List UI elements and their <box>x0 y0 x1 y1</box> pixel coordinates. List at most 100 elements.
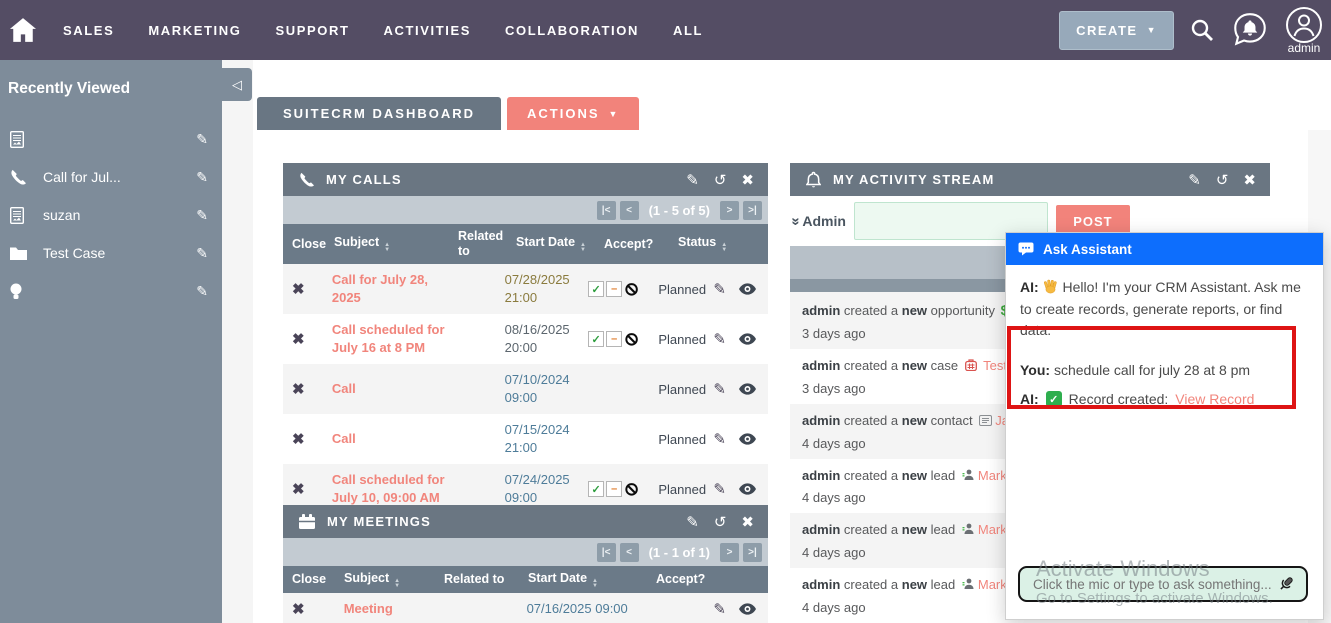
view-record-icon[interactable] <box>739 283 756 295</box>
tentative-icon[interactable]: – <box>606 281 622 297</box>
accept-icon[interactable]: ✓ <box>588 281 604 297</box>
column-start-date[interactable]: Start Date <box>516 235 604 253</box>
view-record-icon[interactable] <box>739 333 756 345</box>
edit-panel-icon[interactable]: ✎ <box>1188 171 1201 189</box>
actions-dropdown-button[interactable]: ACTIONS ▼ <box>507 97 639 130</box>
edit-panel-icon[interactable]: ✎ <box>686 513 699 531</box>
sort-icon[interactable] <box>580 243 586 253</box>
sidebar-collapse-toggle[interactable]: ◁ <box>222 68 252 101</box>
view-record-icon[interactable] <box>739 383 756 395</box>
call-subject-link[interactable]: Call scheduled for July 10, 09:00 AM <box>332 471 450 506</box>
tentative-icon[interactable]: – <box>606 331 622 347</box>
meeting-subject-link[interactable]: Meeting <box>344 600 443 618</box>
close-record-icon[interactable]: ✖ <box>292 481 305 498</box>
list-item[interactable]: suzan ✎ <box>0 196 222 234</box>
mic-icon[interactable] <box>1277 575 1295 593</box>
top-navbar: SALES MARKETING SUPPORT ACTIVITIES COLLA… <box>0 0 1331 60</box>
call-subject-link[interactable]: Call scheduled for July 16 at 8 PM <box>332 321 450 356</box>
refresh-icon[interactable]: ↺ <box>1216 171 1229 189</box>
calls-pagination: |< < (1 - 5 of 5) > >| <box>283 196 768 224</box>
tab-suitecrm-dashboard[interactable]: SUITECRM DASHBOARD <box>257 97 501 130</box>
edit-record-icon[interactable]: ✎ <box>713 330 726 348</box>
edit-record-icon[interactable]: ✎ <box>713 380 726 398</box>
list-item[interactable]: ✎ <box>0 120 222 158</box>
close-record-icon[interactable]: ✖ <box>292 331 305 348</box>
edit-record-icon[interactable]: ✎ <box>713 600 726 618</box>
next-page-icon[interactable]: > <box>720 201 739 220</box>
close-panel-icon[interactable]: ✖ <box>1243 171 1256 189</box>
call-subject-link[interactable]: Call <box>332 430 450 448</box>
column-status[interactable]: Status <box>678 235 736 253</box>
refresh-icon[interactable]: ↺ <box>714 513 727 531</box>
edit-pencil-icon[interactable]: ✎ <box>196 283 208 300</box>
nav-item-collaboration[interactable]: COLLABORATION <box>488 23 656 38</box>
column-subject[interactable]: Subject <box>334 235 458 253</box>
next-page-icon[interactable]: > <box>720 543 739 562</box>
create-button[interactable]: CREATE ▼ <box>1059 11 1174 50</box>
view-record-icon[interactable] <box>739 433 756 445</box>
notifications-icon[interactable] <box>1230 10 1270 50</box>
prev-page-icon[interactable]: < <box>620 543 639 562</box>
column-start-date[interactable]: Start Date <box>528 571 656 589</box>
assistant-input[interactable] <box>1031 576 1277 593</box>
nav-item-sales[interactable]: SALES <box>46 23 131 38</box>
view-record-icon[interactable] <box>739 483 756 495</box>
prev-page-icon[interactable]: < <box>620 201 639 220</box>
list-item-label[interactable]: suzan <box>43 207 196 223</box>
close-record-icon[interactable]: ✖ <box>292 381 305 398</box>
list-item[interactable]: ✎ <box>0 272 222 310</box>
last-page-icon[interactable]: >| <box>743 201 762 220</box>
nav-item-marketing[interactable]: MARKETING <box>131 23 258 38</box>
decline-icon[interactable]: ⊘ <box>624 330 639 348</box>
decline-icon[interactable]: ⊘ <box>624 280 639 298</box>
calendar-icon <box>299 514 315 529</box>
list-item-label[interactable]: Call for Jul... <box>43 169 196 185</box>
view-record-link[interactable]: View Record <box>1175 391 1254 407</box>
assistant-header[interactable]: Ask Assistant <box>1006 233 1323 265</box>
edit-pencil-icon[interactable]: ✎ <box>196 207 208 224</box>
edit-pencil-icon[interactable]: ✎ <box>196 245 208 262</box>
edit-record-icon[interactable]: ✎ <box>713 430 726 448</box>
list-item[interactable]: Call for Jul... ✎ <box>0 158 222 196</box>
nav-item-all[interactable]: ALL <box>656 23 720 38</box>
edit-panel-icon[interactable]: ✎ <box>686 171 699 189</box>
edit-pencil-icon[interactable]: ✎ <box>196 131 208 148</box>
sort-icon[interactable] <box>394 579 400 589</box>
lead-icon <box>962 523 975 535</box>
decline-icon[interactable]: ⊘ <box>624 480 639 498</box>
search-icon[interactable] <box>1189 17 1215 43</box>
edit-pencil-icon[interactable]: ✎ <box>196 169 208 186</box>
accept-icon[interactable]: ✓ <box>588 331 604 347</box>
chevron-double-down-icon[interactable]: » <box>788 217 805 225</box>
edit-record-icon[interactable]: ✎ <box>713 480 726 498</box>
user-menu[interactable]: admin <box>1285 6 1323 54</box>
call-subject-link[interactable]: Call for July 28, 2025 <box>332 271 450 306</box>
last-page-icon[interactable]: >| <box>743 543 762 562</box>
column-subject[interactable]: Subject <box>344 571 444 589</box>
first-page-icon[interactable]: |< <box>597 201 616 220</box>
home-icon[interactable] <box>6 18 46 42</box>
sort-icon[interactable] <box>592 579 598 589</box>
start-date-value: 07/15/202421:00 <box>505 421 589 456</box>
call-subject-link[interactable]: Call <box>332 380 450 398</box>
refresh-icon[interactable]: ↺ <box>714 171 727 189</box>
tentative-icon[interactable]: – <box>606 481 622 497</box>
list-item[interactable]: Test Case ✎ <box>0 234 222 272</box>
start-date-value: 08/16/202520:00 <box>505 321 589 356</box>
lead-icon <box>962 578 975 590</box>
list-item-label[interactable]: Test Case <box>43 245 196 261</box>
close-record-icon[interactable]: ✖ <box>292 601 305 618</box>
sort-icon[interactable] <box>384 243 390 253</box>
accept-icon[interactable]: ✓ <box>588 481 604 497</box>
close-record-icon[interactable]: ✖ <box>292 281 305 298</box>
close-record-icon[interactable]: ✖ <box>292 431 305 448</box>
assistant-input-wrap <box>1018 566 1308 602</box>
close-panel-icon[interactable]: ✖ <box>741 171 754 189</box>
first-page-icon[interactable]: |< <box>597 543 616 562</box>
edit-record-icon[interactable]: ✎ <box>713 280 726 298</box>
close-panel-icon[interactable]: ✖ <box>741 513 754 531</box>
sort-icon[interactable] <box>721 243 727 253</box>
nav-item-activities[interactable]: ACTIVITIES <box>367 23 489 38</box>
nav-item-support[interactable]: SUPPORT <box>258 23 366 38</box>
view-record-icon[interactable] <box>739 603 756 615</box>
